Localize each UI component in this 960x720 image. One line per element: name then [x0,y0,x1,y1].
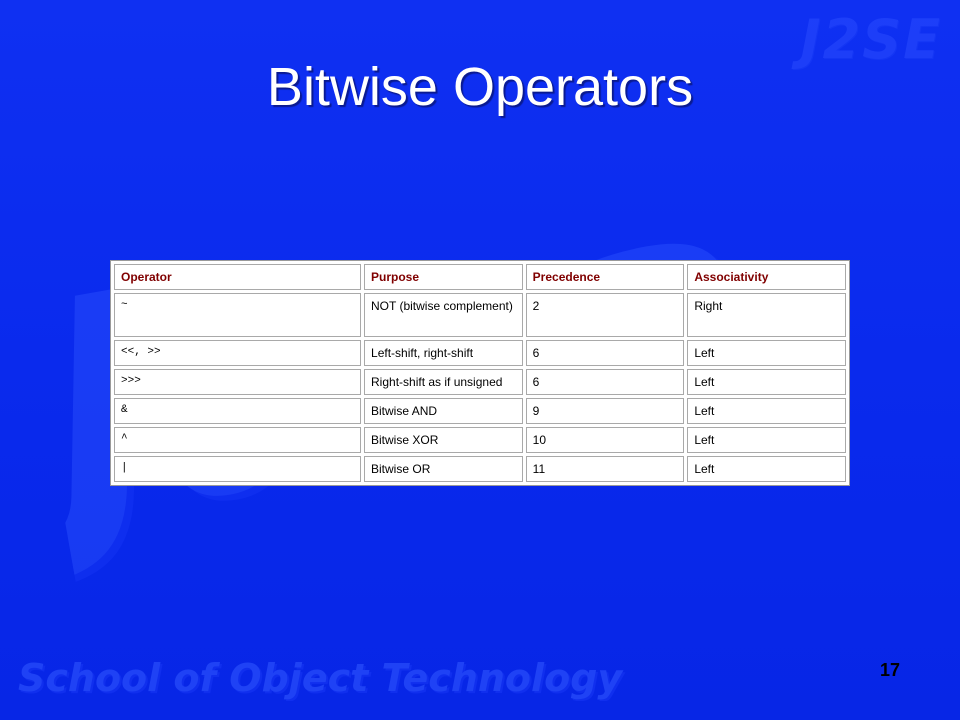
table-row: ^ Bitwise XOR 10 Left [114,427,846,453]
cell-associativity: Left [687,427,846,453]
cell-operator: & [114,398,362,424]
header-operator: Operator [114,264,362,290]
cell-purpose: Bitwise AND [364,398,523,424]
operators-table-container: Operator Purpose Precedence Associativit… [110,260,850,486]
cell-associativity: Left [687,340,846,366]
cell-purpose: Right-shift as if unsigned [364,369,523,395]
cell-purpose: Bitwise XOR [364,427,523,453]
cell-purpose: Bitwise OR [364,456,523,482]
header-precedence: Precedence [525,264,685,290]
cell-operator: | [114,456,362,482]
table-row: & Bitwise AND 9 Left [114,398,846,424]
page-number: 17 [880,660,901,680]
cell-associativity: Right [687,293,846,337]
cell-precedence: 10 [525,427,685,453]
cell-operator: ~ [114,293,362,337]
header-purpose: Purpose [364,264,523,290]
cell-operator: ^ [114,427,362,453]
header-associativity: Associativity [687,264,846,290]
table-row: >>> Right-shift as if unsigned 6 Left [114,369,846,395]
slide-title: Bitwise Operators [266,57,694,117]
cell-purpose: Left-shift, right-shift [364,340,523,366]
cell-operator: <<, >> [114,340,362,366]
cell-associativity: Left [687,398,846,424]
cell-precedence: 6 [525,340,685,366]
cell-associativity: Left [687,456,846,482]
table-header-row: Operator Purpose Precedence Associativit… [114,264,846,290]
table-row: | Bitwise OR 11 Left [114,456,846,482]
cell-associativity: Left [687,369,846,395]
cell-purpose: NOT (bitwise complement) [364,293,523,337]
table-row: ~ NOT (bitwise complement) 2 Right [114,293,846,337]
cell-precedence: 2 [525,293,685,337]
cell-precedence: 9 [525,398,685,424]
school-footer-watermark: School of Object Technology [18,656,623,700]
operators-table: Operator Purpose Precedence Associativit… [110,260,850,486]
cell-operator: >>> [114,369,362,395]
cell-precedence: 11 [525,456,685,482]
table-row: <<, >> Left-shift, right-shift 6 Left [114,340,846,366]
cell-precedence: 6 [525,369,685,395]
